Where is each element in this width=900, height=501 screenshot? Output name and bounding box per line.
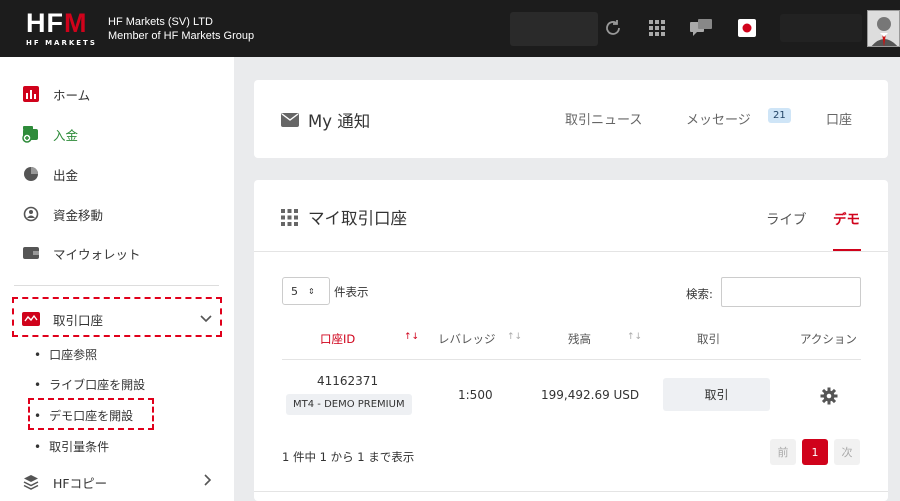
sidebar-item-label: ホーム [53, 87, 91, 103]
highlight-box-trading-accounts [12, 297, 222, 337]
highlight-box-demo-account [28, 398, 154, 430]
transfer-icon [22, 205, 40, 223]
top-bar: HFM HF MARKETS HF Markets (SV) LTD Membe… [0, 0, 900, 57]
page-size-label: 件表示 [334, 285, 369, 299]
sidebar-item-label: HFコピー [53, 475, 108, 491]
accounts-title: マイ取引口座 [308, 209, 407, 228]
notifications-title: My 通知 [308, 112, 371, 131]
tab-demo[interactable]: デモ [833, 208, 860, 228]
sidebar-item-hfcopy[interactable]: HFコピー [22, 470, 212, 494]
sidebar-item-deposit[interactable]: 入金 [22, 122, 78, 146]
chevron-right-icon[interactable] [204, 474, 212, 489]
sidebar: ホーム 入金 出金 資金移動 マイウォレット 取引口座 口座参照 [0, 57, 234, 501]
blurred-user-info [510, 12, 598, 46]
col-header-action: アクション [800, 332, 857, 346]
sidebar-item-transfer[interactable]: 資金移動 [22, 202, 103, 226]
results-summary: 1 件中 1 から 1 まで表示 [282, 450, 415, 464]
col-header-balance[interactable]: 残高 [568, 331, 591, 347]
tab-accounts[interactable]: 口座 [826, 109, 852, 128]
tab-messages[interactable]: メッセージ [686, 109, 751, 128]
page-size-select[interactable]: 5 ⇕ [282, 277, 330, 305]
trade-button[interactable]: 取引 [663, 378, 770, 411]
withdraw-icon [22, 165, 40, 183]
blurred-account-info [780, 14, 862, 42]
sort-asc-icon[interactable]: ↑↓ [404, 332, 419, 342]
layers-icon [22, 473, 40, 491]
avatar[interactable] [867, 10, 900, 47]
sidebar-divider [14, 285, 219, 286]
balance-value: 199,492.69 USD [541, 388, 640, 402]
envelope-icon [281, 113, 299, 127]
company-group: Member of HF Markets Group [108, 30, 255, 42]
company-info: HF Markets (SV) LTD Member of HF Markets… [108, 15, 254, 43]
pagination-prev[interactable]: 前 [770, 439, 796, 465]
gear-icon[interactable] [820, 387, 838, 409]
sidebar-item-label: 入金 [53, 127, 79, 143]
search-label: 検索: [686, 287, 713, 301]
logo-text: HFM [26, 8, 88, 38]
notifications-card: My 通知 取引ニュース メッセージ 21 口座 [254, 80, 888, 158]
sidebar-item-label: マイウォレット [53, 246, 141, 262]
col-header-trade: 取引 [697, 332, 720, 346]
tab-live[interactable]: ライブ [766, 208, 807, 228]
card-bottom-divider [254, 491, 888, 492]
refresh-icon[interactable] [601, 16, 625, 40]
pagination-page-1[interactable]: 1 [802, 439, 828, 465]
sidebar-item-label: 資金移動 [53, 207, 104, 223]
account-type-badge: MT4 - DEMO PREMIUM [286, 394, 412, 415]
card-divider [254, 251, 888, 252]
table-header-divider [282, 359, 861, 360]
apps-grid-icon[interactable] [645, 16, 669, 40]
company-name: HF Markets (SV) LTD [108, 16, 213, 28]
message-count-badge: 21 [768, 108, 791, 123]
account-id[interactable]: 41162371 [317, 374, 378, 388]
sidebar-item-wallet[interactable]: マイウォレット [22, 241, 141, 265]
pagination-next[interactable]: 次 [834, 439, 860, 465]
accounts-card: マイ取引口座 ライブ デモ 5 ⇕ 件表示 検索: 口座ID ↑↓ レバレッジ … [254, 180, 888, 501]
subitem-open-live-account[interactable]: ライブ口座を開設 [34, 376, 145, 393]
wallet-icon [22, 244, 40, 262]
sort-icon[interactable]: ↑↓ [627, 332, 642, 342]
subitem-volume-conditions[interactable]: 取引量条件 [34, 438, 109, 455]
chat-icon[interactable] [689, 16, 713, 40]
hfm-logo[interactable]: HFM HF MARKETS [26, 8, 97, 48]
updown-icon: ⇕ [308, 286, 315, 296]
deposit-icon [22, 125, 40, 143]
sort-icon[interactable]: ↑↓ [507, 332, 522, 342]
sidebar-item-home[interactable]: ホーム [22, 82, 90, 106]
sidebar-item-withdraw[interactable]: 出金 [22, 162, 78, 186]
col-header-account-id[interactable]: 口座ID [320, 331, 355, 347]
grid-icon [281, 208, 298, 226]
bar-chart-icon [22, 85, 40, 103]
tab-trading-news[interactable]: 取引ニュース [565, 109, 642, 128]
sidebar-item-label: 出金 [53, 167, 79, 183]
leverage-value: 1:500 [458, 388, 493, 402]
logo-subtext: HF MARKETS [26, 39, 97, 47]
japan-flag-icon[interactable] [735, 16, 759, 40]
search-input[interactable] [721, 277, 861, 307]
col-header-leverage[interactable]: レバレッジ [438, 331, 496, 347]
page-size-value: 5 [291, 284, 298, 298]
subitem-view-accounts[interactable]: 口座参照 [34, 346, 97, 363]
notifications-title-group: My 通知 [281, 108, 370, 132]
accounts-title-group: マイ取引口座 [281, 205, 407, 229]
